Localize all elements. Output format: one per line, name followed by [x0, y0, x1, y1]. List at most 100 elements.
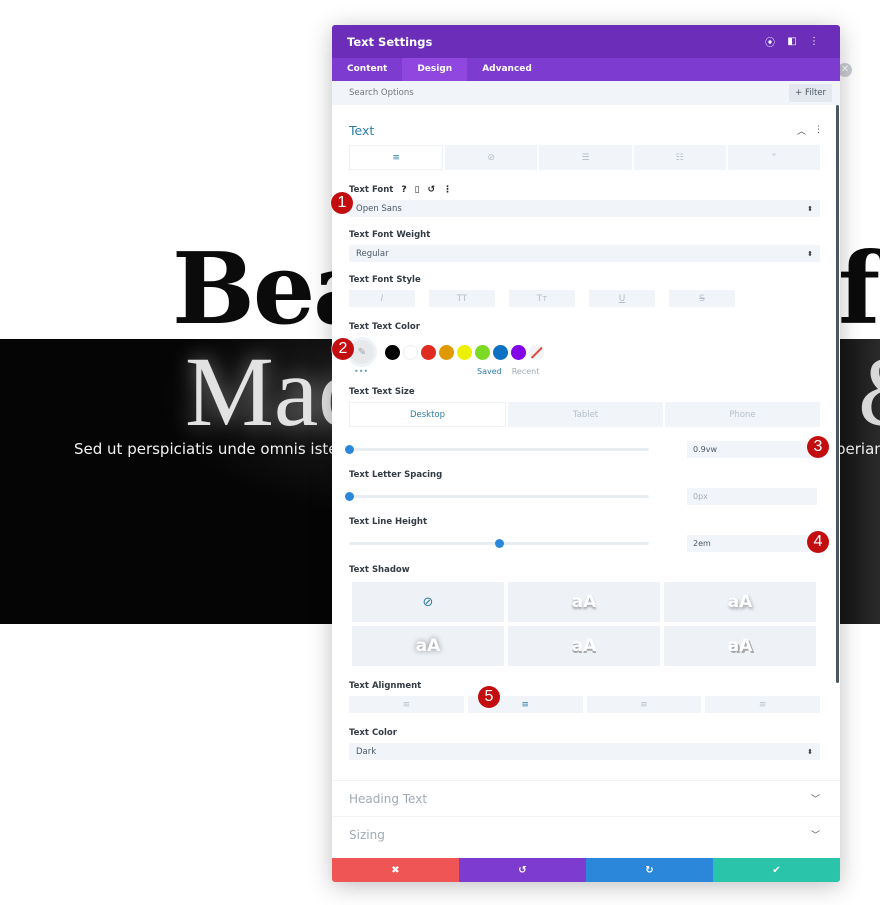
- modal-header: Text Settings ⦿ ◧ ⋮: [332, 25, 840, 58]
- italic-button[interactable]: I: [349, 290, 415, 307]
- swatch-orange[interactable]: [439, 344, 454, 360]
- device-tab-desktop[interactable]: Desktop: [349, 402, 506, 427]
- line-height-slider[interactable]: [349, 538, 649, 548]
- swatch-yellow[interactable]: [457, 344, 472, 360]
- text-size-slider[interactable]: [345, 444, 649, 454]
- align-right-icon[interactable]: ≡: [586, 696, 702, 713]
- letter-spacing-slider[interactable]: [345, 491, 649, 501]
- swatch-blue[interactable]: [493, 344, 508, 360]
- uppercase-button[interactable]: TT: [429, 290, 495, 307]
- search-input[interactable]: [349, 88, 790, 98]
- shadow-preset-5[interactable]: aA: [664, 626, 816, 666]
- no-shadow-icon[interactable]: ⊘: [352, 582, 504, 622]
- text-size-input[interactable]: 0.9vw: [687, 440, 817, 458]
- tab-advanced[interactable]: Advanced: [467, 58, 547, 81]
- cancel-button[interactable]: ✖: [332, 858, 459, 882]
- link-icon[interactable]: ⊘: [445, 145, 538, 170]
- shadow-preset-4[interactable]: aA: [508, 626, 660, 666]
- section-sizing[interactable]: Sizing ﹀: [332, 816, 840, 852]
- more-colors-icon[interactable]: •••: [349, 367, 375, 376]
- redo-button[interactable]: ↻: [586, 858, 713, 882]
- shadow-preset-2[interactable]: aA: [664, 582, 816, 622]
- mobile-icon[interactable]: ▯: [415, 185, 420, 195]
- swatch-red[interactable]: [421, 344, 436, 360]
- text-font-label: Text Font: [349, 185, 394, 195]
- field-letter-spacing: Text Letter Spacing 0px: [332, 467, 840, 506]
- paragraph-icon[interactable]: ≡: [349, 145, 444, 170]
- shadow-preset-1[interactable]: aA: [508, 582, 660, 622]
- slider-handle[interactable]: [345, 491, 354, 501]
- field-text-font: Text Font ? ▯ ↺ ⋮ Open Sans ⬍: [332, 182, 840, 217]
- search-bar: + Filter: [332, 81, 840, 105]
- capitalize-button[interactable]: Tт: [509, 290, 575, 307]
- reset-icon[interactable]: ↺: [428, 185, 436, 195]
- swatch-white[interactable]: [403, 344, 418, 360]
- select-arrows-icon: ⬍: [807, 204, 813, 213]
- section-heading-text[interactable]: Heading Text ﹀: [332, 780, 840, 816]
- section-text-header[interactable]: Text ︿ ⋮: [332, 105, 840, 143]
- text-color-label: Text Text Color: [349, 322, 420, 332]
- text-font-value: Open Sans: [356, 203, 402, 214]
- help-icon[interactable]: ?: [401, 185, 406, 195]
- close-icon[interactable]: ✕: [838, 63, 852, 77]
- hero-title-line1-right: f: [838, 232, 880, 347]
- slider-handle[interactable]: [495, 538, 504, 548]
- select-arrows-icon: ⬍: [807, 249, 813, 258]
- letter-spacing-label: Text Letter Spacing: [349, 470, 443, 480]
- saved-colors-tab[interactable]: Saved: [477, 367, 502, 376]
- align-left-icon[interactable]: ≡: [349, 696, 464, 713]
- select-arrows-icon: ⬍: [807, 747, 813, 756]
- settings-scroll-area: Text ︿ ⋮ ≡ ⊘ ☰ ☷ ” Text Font ? ▯ ↺ ⋮ Ope…: [332, 105, 840, 857]
- modal-tabs: Content Design Advanced: [332, 58, 840, 81]
- swatch-purple[interactable]: [511, 344, 526, 360]
- text-settings-modal: Text Settings ⦿ ◧ ⋮ Content Design Advan…: [332, 25, 840, 882]
- section-sizing-title: Sizing: [349, 827, 385, 842]
- ordered-list-icon[interactable]: ☷: [633, 145, 726, 170]
- hero-paragraph-right: periam: [836, 440, 880, 458]
- text-color-select[interactable]: Dark ⬍: [349, 743, 820, 760]
- no-color-swatch[interactable]: [529, 344, 544, 360]
- modal-title: Text Settings: [347, 34, 433, 49]
- shadow-preset-3[interactable]: aA: [352, 626, 504, 666]
- chevron-down-icon[interactable]: ﹀: [811, 828, 820, 841]
- section-heading-text-title: Heading Text: [349, 791, 428, 806]
- device-tab-phone[interactable]: Phone: [665, 402, 820, 427]
- more-icon[interactable]: ⋮: [814, 125, 823, 135]
- font-weight-value: Regular: [356, 248, 389, 259]
- filter-button[interactable]: + Filter: [789, 84, 832, 102]
- split-view-icon[interactable]: ◧: [781, 36, 803, 47]
- save-button[interactable]: ✔: [713, 858, 840, 882]
- more-icon[interactable]: ⋮: [443, 185, 452, 195]
- eyedropper-icon[interactable]: ✎: [350, 340, 374, 364]
- font-style-label: Text Font Style: [349, 275, 421, 285]
- tab-design[interactable]: Design: [402, 58, 468, 81]
- annotation-badge-1: 1: [331, 192, 353, 214]
- letter-spacing-input[interactable]: 0px: [687, 487, 817, 505]
- hero-paragraph: Sed ut perspiciatis unde omnis iste nat: [74, 440, 367, 458]
- tab-content[interactable]: Content: [332, 58, 402, 81]
- font-weight-select[interactable]: Regular ⬍: [349, 245, 820, 262]
- undo-button[interactable]: ↺: [459, 858, 586, 882]
- section-title: Text: [349, 122, 375, 138]
- quote-icon[interactable]: ”: [727, 145, 821, 170]
- swatch-black[interactable]: [385, 344, 400, 360]
- scrollbar[interactable]: [836, 105, 839, 683]
- swatch-green[interactable]: [475, 344, 490, 360]
- unordered-list-icon[interactable]: ☰: [539, 145, 632, 170]
- field-font-weight: Text Font Weight Regular ⬍: [332, 227, 840, 262]
- align-justify-icon[interactable]: ≡: [705, 696, 820, 713]
- chevron-down-icon[interactable]: ﹀: [811, 792, 820, 805]
- field-text-shadow: Text Shadow ⊘ aA aA aA aA aA: [332, 562, 840, 666]
- text-font-select[interactable]: Open Sans ⬍: [349, 200, 820, 217]
- device-tab-tablet[interactable]: Tablet: [508, 402, 663, 427]
- focus-icon[interactable]: ⦿: [759, 34, 781, 49]
- underline-button[interactable]: U: [589, 290, 655, 307]
- slider-handle[interactable]: [345, 444, 354, 454]
- field-text-color-select: Text Color Dark ⬍: [332, 725, 840, 760]
- strikethrough-button[interactable]: S: [669, 290, 735, 307]
- recent-colors-tab[interactable]: Recent: [512, 367, 540, 376]
- field-text-color: Text Text Color ✎ ••• Saved Recent: [332, 319, 840, 377]
- chevron-up-icon[interactable]: ︿: [797, 124, 806, 137]
- line-height-input[interactable]: 2em: [687, 534, 817, 552]
- more-icon[interactable]: ⋮: [803, 36, 825, 47]
